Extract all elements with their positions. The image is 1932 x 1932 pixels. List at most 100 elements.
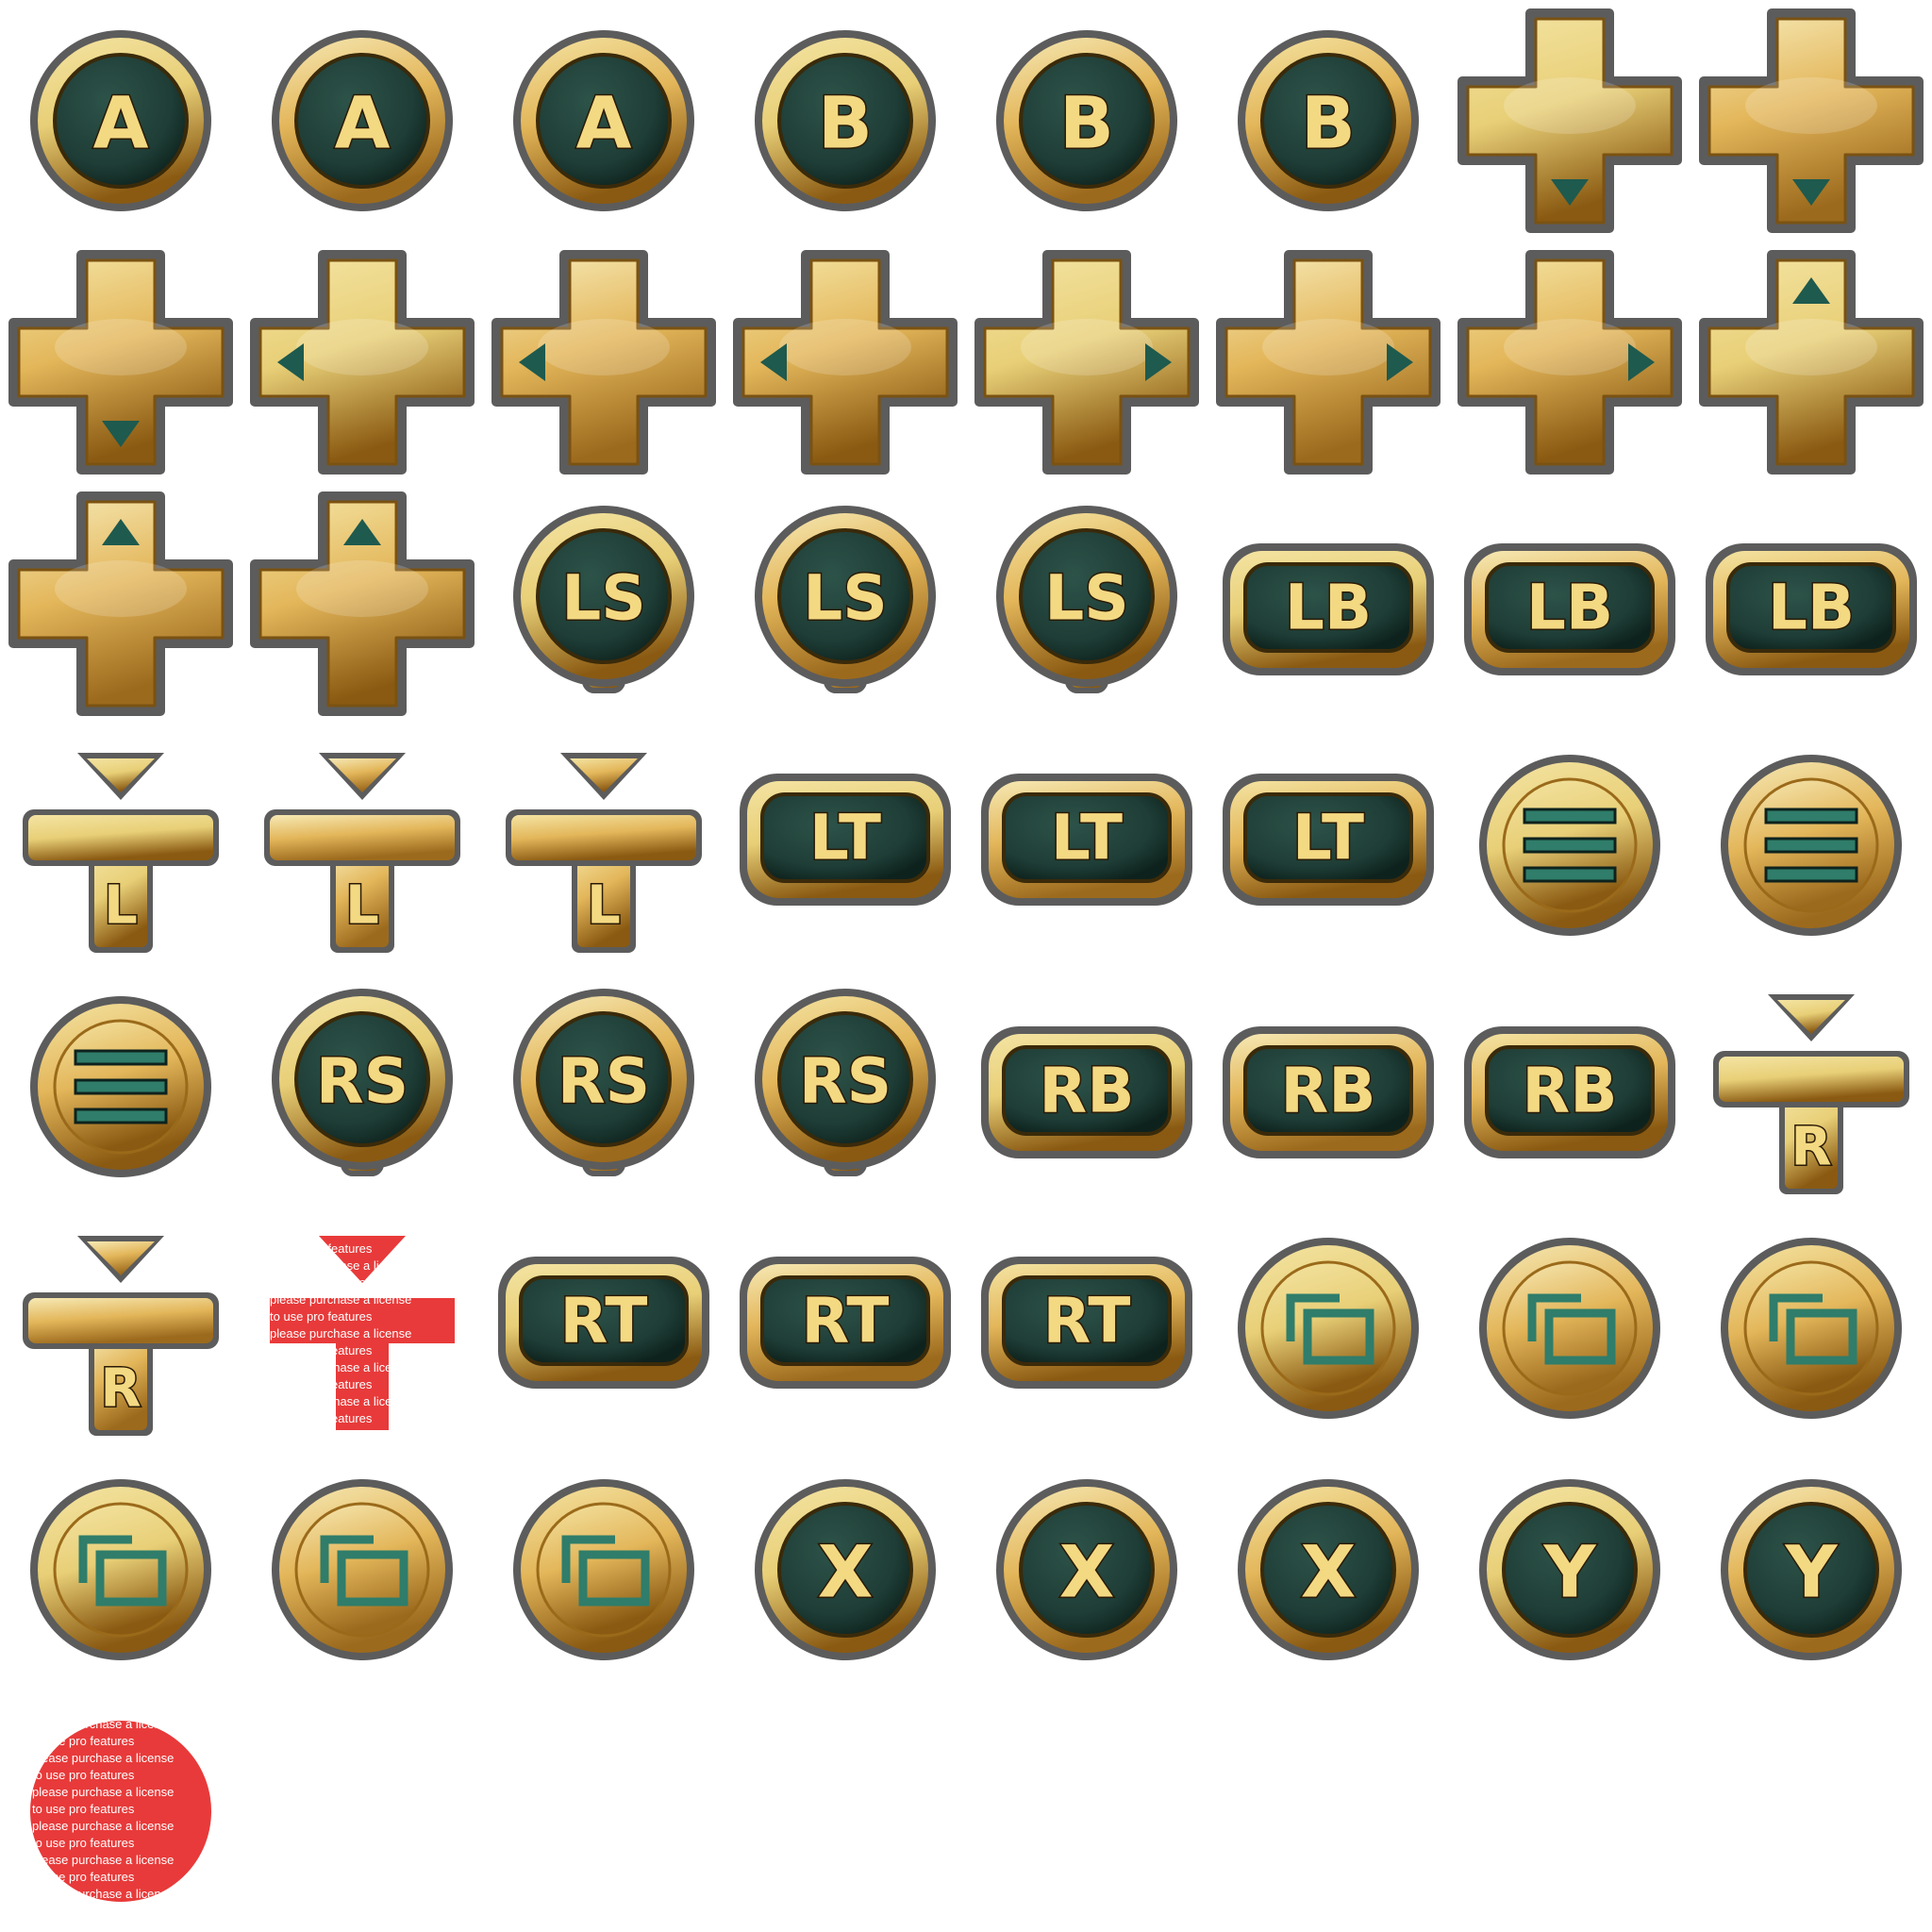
l-stick-press-3-icon: L: [483, 724, 724, 966]
button-label: X: [1301, 1530, 1357, 1614]
button-label: L: [345, 875, 379, 937]
watermark-text: to use pro features: [270, 1241, 373, 1256]
button-label: RB: [1280, 1055, 1375, 1127]
rb-3-icon: RB: [1449, 966, 1690, 1208]
rt-2-icon: RT: [724, 1208, 966, 1449]
button-label: RB: [1039, 1055, 1134, 1127]
lt-2-icon: LT: [966, 724, 1208, 966]
watermark-text: to use pro features: [32, 1768, 135, 1782]
button-label: B: [1301, 81, 1356, 165]
watermark-text: please purchase a license: [270, 1224, 411, 1239]
watermark-text: please purchase a license: [270, 1428, 411, 1442]
button-label: RS: [558, 1045, 650, 1118]
rs-3-icon: RS: [724, 966, 966, 1208]
watermark-text: please purchase a license: [32, 1887, 174, 1901]
button-label: LB: [1285, 572, 1372, 644]
view-4-icon: [0, 1449, 242, 1690]
watermark-text: please purchase a license: [270, 1292, 411, 1307]
ls-1-icon: LS: [483, 483, 724, 724]
dpad-down-1-icon: [1449, 0, 1690, 242]
lt-1-icon: LT: [724, 724, 966, 966]
button-label: A: [335, 81, 391, 165]
button-label: LB: [1768, 572, 1855, 644]
ls-2-icon: LS: [724, 483, 966, 724]
dpad-up-1-icon: [1690, 242, 1932, 483]
b-3-icon: B: [1208, 0, 1449, 242]
rs-1-icon: RS: [242, 966, 483, 1208]
lb-3-icon: LB: [1690, 483, 1932, 724]
dpad-left-1-icon: [242, 242, 483, 483]
lb-1-icon: LB: [1208, 483, 1449, 724]
button-label: RT: [802, 1285, 890, 1357]
watermark-text: please purchase a license: [32, 1785, 174, 1799]
rb-2-icon: RB: [1208, 966, 1449, 1208]
a-1-icon: A: [0, 0, 242, 242]
watermark-text: please purchase a license: [32, 1819, 174, 1833]
dpad-left-2-icon: [483, 242, 724, 483]
y-1-icon: Y: [1449, 1449, 1690, 1690]
menu-2-icon: [1690, 724, 1932, 966]
watermark-text: please purchase a license: [270, 1258, 411, 1273]
ls-3-icon: LS: [966, 483, 1208, 724]
button-label: L: [587, 875, 621, 937]
button-label: LS: [803, 562, 888, 635]
watermark-text: to use pro features: [270, 1377, 373, 1391]
view-6-icon: [483, 1449, 724, 1690]
dpad-right-2-icon: [1208, 242, 1449, 483]
watermark-text: to use pro features: [32, 1870, 135, 1884]
watermark-text: to use pro features: [270, 1275, 373, 1290]
x-2-icon: X: [966, 1449, 1208, 1690]
l-stick-press-2-icon: L: [242, 724, 483, 966]
watermark-text: to use pro features: [270, 1343, 373, 1357]
lt-3-icon: LT: [1208, 724, 1449, 966]
menu-icon: [1764, 808, 1858, 883]
button-label: RB: [1522, 1055, 1617, 1127]
button-label: R: [1790, 1117, 1831, 1178]
menu-icon: [74, 1049, 168, 1124]
watermark-text: to use pro features: [270, 1411, 373, 1425]
y-3-icon: please purchase a license to use pro feat…: [0, 1690, 242, 1932]
menu-3-icon: [0, 966, 242, 1208]
x-3-icon: X: [1208, 1449, 1449, 1690]
a-2-icon: A: [242, 0, 483, 242]
button-label: X: [818, 1530, 874, 1614]
watermark-text: to use pro features: [32, 1802, 135, 1816]
rb-1-icon: RB: [966, 966, 1208, 1208]
view-3-icon: [1690, 1208, 1932, 1449]
view-2-icon: [1449, 1208, 1690, 1449]
rt-1-icon: RT: [483, 1208, 724, 1449]
button-label: LT: [1292, 802, 1364, 874]
watermark-text: please purchase a license: [270, 1394, 411, 1408]
button-label: LT: [809, 802, 881, 874]
r-stick-press-1-icon: R: [1690, 966, 1932, 1208]
button-label: RT: [560, 1285, 648, 1357]
dpad-down-3-icon: [0, 242, 242, 483]
button-label: L: [104, 875, 138, 937]
x-1-icon: X: [724, 1449, 966, 1690]
button-label: A: [93, 81, 149, 165]
button-label: Y: [1542, 1530, 1596, 1614]
rs-2-icon: RS: [483, 966, 724, 1208]
y-2-icon: Y: [1690, 1449, 1932, 1690]
a-3-icon: A: [483, 0, 724, 242]
dpad-up-2-icon: [0, 483, 242, 724]
icon-sheet: A A A B B B LS LS LS LB LB LB L L L LT L…: [0, 0, 1932, 1932]
watermark-text: to use pro features: [32, 1734, 135, 1748]
button-label: LS: [1044, 562, 1129, 635]
b-1-icon: B: [724, 0, 966, 242]
menu-icon: [1523, 808, 1617, 883]
dpad-right-3-icon: [1449, 242, 1690, 483]
l-stick-press-1-icon: L: [0, 724, 242, 966]
button-label: RS: [316, 1045, 408, 1118]
lb-2-icon: LB: [1449, 483, 1690, 724]
button-label: Y: [1784, 1530, 1838, 1614]
watermark-text: please purchase a license: [270, 1360, 411, 1374]
dpad-right-1-icon: [966, 242, 1208, 483]
watermark-text: to use pro features: [270, 1309, 373, 1324]
button-label: B: [818, 81, 873, 165]
watermark-text: please purchase a license: [32, 1853, 174, 1867]
dpad-left-3-icon: [724, 242, 966, 483]
menu-1-icon: [1449, 724, 1690, 966]
button-label: B: [1059, 81, 1114, 165]
button-label: RT: [1043, 1285, 1131, 1357]
